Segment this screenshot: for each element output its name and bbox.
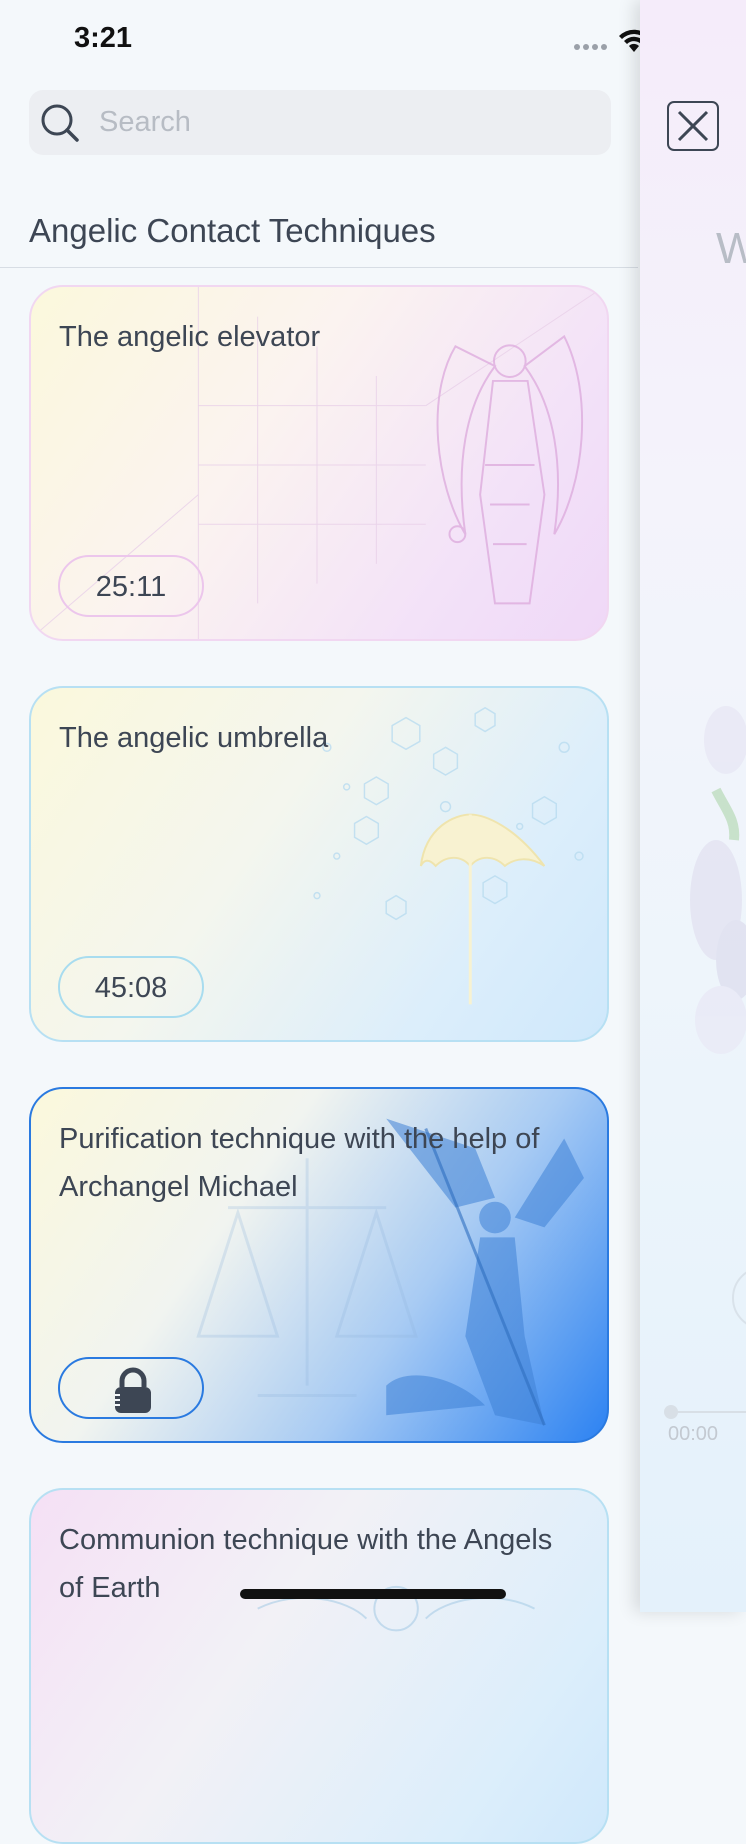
status-time: 3:21 bbox=[74, 22, 133, 54]
technique-card-archangel-michael[interactable]: Purification technique with the help of … bbox=[29, 1087, 609, 1443]
progress-track[interactable] bbox=[670, 1411, 746, 1413]
card-title: The angelic umbrella bbox=[59, 722, 329, 754]
elapsed-time: 00:00 bbox=[668, 1423, 719, 1445]
player-title: W bbox=[716, 224, 746, 273]
flower-illustration bbox=[690, 706, 746, 1054]
search-input[interactable] bbox=[99, 90, 599, 155]
section-title: Angelic Contact Techniques bbox=[29, 212, 436, 249]
progress-knob[interactable] bbox=[664, 1405, 678, 1419]
search-bar[interactable] bbox=[29, 90, 611, 155]
technique-card-angelic-elevator[interactable]: The angelic elevator 25:11 bbox=[29, 285, 609, 641]
close-button[interactable] bbox=[667, 101, 719, 151]
close-icon bbox=[677, 110, 709, 142]
cellular-signal-icon bbox=[574, 44, 607, 50]
card-title: The angelic elevator bbox=[59, 321, 321, 353]
search-icon bbox=[41, 104, 79, 142]
duration-badge: 25:11 bbox=[58, 555, 204, 617]
lock-icon bbox=[115, 1367, 151, 1413]
duration-badge: 45:08 bbox=[58, 956, 204, 1018]
technique-card-angelic-umbrella[interactable]: The angelic umbrella 45:08 bbox=[29, 686, 609, 1042]
home-indicator bbox=[240, 1589, 506, 1599]
technique-card-angels-of-earth[interactable]: Communion technique with the Angels of E… bbox=[29, 1488, 609, 1844]
status-bar: 3:21 bbox=[0, 0, 705, 80]
card-title: Purification technique with the help of … bbox=[59, 1123, 540, 1203]
section-divider bbox=[0, 267, 638, 268]
player-panel: W 00:00 bbox=[640, 0, 746, 1612]
play-button-outline[interactable] bbox=[732, 1266, 746, 1330]
locked-badge[interactable] bbox=[58, 1357, 204, 1419]
